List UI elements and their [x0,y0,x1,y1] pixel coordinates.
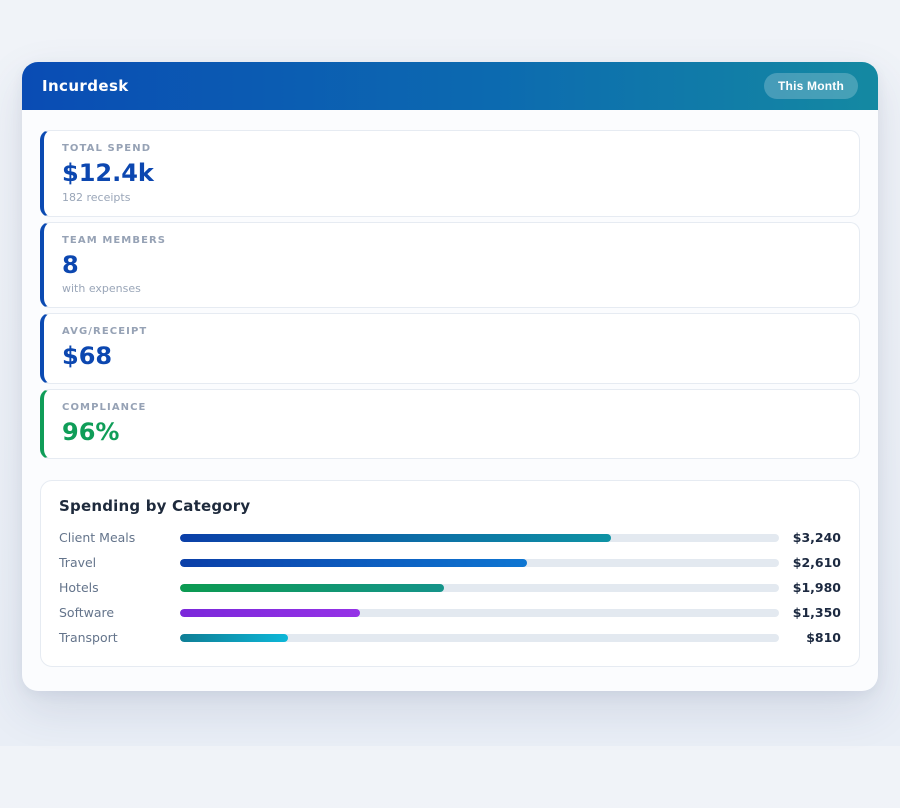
bar-row: Client Meals $3,240 [59,525,841,550]
app-title: Incurdesk [42,77,129,95]
bar-row: Hotels $1,980 [59,575,841,600]
bar-track [180,533,779,542]
stat-value: $68 [62,342,113,371]
app-header: Incurdesk This Month [22,62,878,110]
bar-fill [180,583,444,592]
stat-sub: with expenses [62,282,141,296]
bar-value: $1,350 [792,605,841,621]
category-bar-list: Client Meals $3,240 Travel $2,610 Hotels… [59,525,841,650]
spending-card: Spending by Category Client Meals $3,240… [40,480,860,668]
bar-fill [180,533,612,542]
stat-label: COMPLIANCE [62,401,147,413]
dashboard-card: Incurdesk This Month TOTAL SPEND $12.4k … [22,62,878,692]
stat-card: TEAM MEMBERS 8 with expenses [40,221,860,309]
bar-track [180,558,779,567]
bar-track [180,633,779,642]
bar-label: Travel [59,555,97,571]
bar-label: Software [59,605,115,621]
stat-card-list: TOTAL SPEND $12.4k 182 receipts TEAM MEM… [40,130,860,460]
bar-track [180,608,779,617]
stat-value: $12.4k [62,159,154,187]
bar-row: Travel $2,610 [59,550,841,575]
spending-title: Spending by Category [59,497,251,516]
bar-value: $2,610 [792,555,841,571]
stat-label: TOTAL SPEND [62,143,152,154]
bar-fill [180,608,360,617]
bar-value: $810 [806,630,841,646]
stat-label: TEAM MEMBERS [62,234,167,246]
bar-row: Transport $810 [59,625,841,650]
period-badge[interactable]: This Month [764,73,858,99]
bar-track [180,583,779,592]
bar-label: Client Meals [59,530,136,546]
stat-value: 96% [62,417,120,446]
stat-card: TOTAL SPEND $12.4k 182 receipts [40,130,860,217]
stat-sub: 182 receipts [62,190,131,204]
bar-value: $1,980 [792,580,841,596]
bar-value: $3,240 [792,530,841,546]
stat-card: AVG/RECEIPT $68 [40,313,860,384]
bar-fill [180,558,528,567]
stat-value: 8 [62,250,79,279]
stat-card: COMPLIANCE 96% [40,388,860,460]
bar-label: Transport [59,630,118,646]
bar-fill [180,633,288,642]
dashboard-content: TOTAL SPEND $12.4k 182 receipts TEAM MEM… [22,110,878,691]
stat-label: AVG/RECEIPT [62,326,148,338]
bar-row: Software $1,350 [59,600,841,625]
bar-label: Hotels [59,580,99,596]
